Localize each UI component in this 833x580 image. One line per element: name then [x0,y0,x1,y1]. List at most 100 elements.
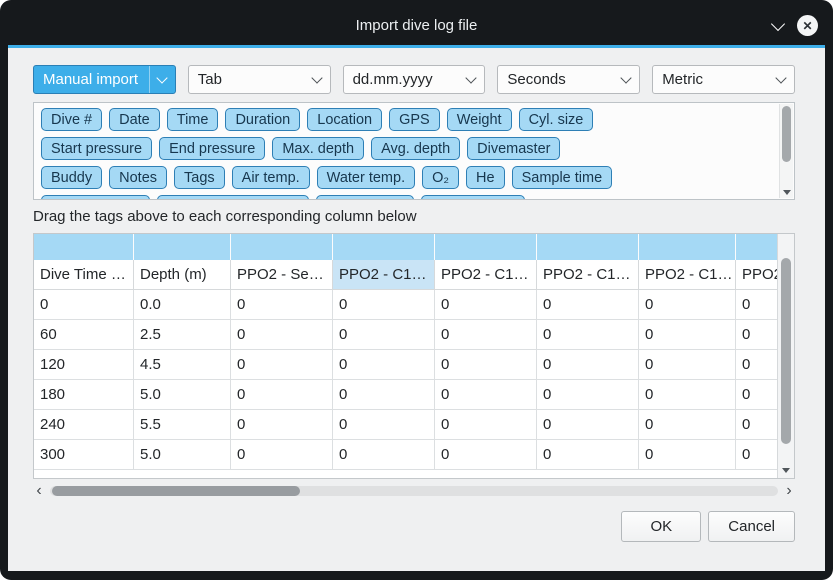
table-cell: 0 [537,380,639,410]
chevron-down-icon[interactable] [771,16,785,30]
table-row: 2405.5000000 [34,410,777,440]
close-button[interactable]: ✕ [797,15,818,36]
tag-date[interactable]: Date [109,108,160,131]
scroll-left-button[interactable]: ‹ [33,485,45,497]
table-cell: 5.5 [134,410,231,440]
triangle-down-icon [782,468,790,473]
column-header[interactable]: PPO2 - C1… [333,260,435,290]
chevron-down-icon [156,72,167,83]
tag-sample-po[interactable]: Sample pO₂ [316,195,414,200]
table-cell: 0 [231,320,333,350]
table-cell: 240 [34,410,134,440]
tag-sample-cns[interactable]: Sample CNS [421,195,525,200]
tag-gps[interactable]: GPS [389,108,440,131]
tag-end-pressure[interactable]: End pressure [159,137,265,160]
tag-sample-temperature[interactable]: Sample temperature [157,195,308,200]
tag-o[interactable]: O₂ [422,166,459,189]
ok-button[interactable]: OK [621,511,701,542]
table-cell: 0 [736,380,777,410]
column-drop-target[interactable] [537,234,639,260]
tag-dive[interactable]: Dive # [41,108,102,131]
scroll-down-button[interactable] [782,468,790,473]
drag-instruction-label: Drag the tags above to each correspondin… [33,208,795,226]
table-cell: 0 [435,440,537,470]
column-drop-target[interactable] [231,234,333,260]
tag-row: Buddy Notes Tags Air temp. Water temp. O₂ He Sa… [41,166,772,189]
table-row: 602.5000000 [34,320,777,350]
table-cell: 0 [736,290,777,320]
scrollbar-thumb[interactable] [781,258,791,444]
tag-notes[interactable]: Notes [109,166,167,189]
tag-sample-depth[interactable]: Sample depth [41,195,150,200]
units-combo[interactable]: Metric [652,65,795,94]
tag-sample-time[interactable]: Sample time [512,166,613,189]
table-cell: 0 [34,290,134,320]
import-mode-combo[interactable]: Manual import [33,65,176,94]
combo-arrow-zone [614,66,630,93]
column-header[interactable]: PPO2 - C1… [537,260,639,290]
column-header[interactable]: PPO2 - C1… [736,260,777,290]
table-vertical-scrollbar[interactable] [777,234,794,478]
tag-location[interactable]: Location [307,108,382,131]
tag-water-temp[interactable]: Water temp. [317,166,415,189]
tag-buddy[interactable]: Buddy [41,166,102,189]
tag-max-depth[interactable]: Max. depth [272,137,364,160]
drop-target-row [34,234,777,260]
column-header[interactable]: PPO2 - C1… [435,260,537,290]
column-header[interactable]: Depth (m) [134,260,231,290]
column-drop-target[interactable] [639,234,736,260]
scrollbar-thumb[interactable] [52,486,300,496]
tag-he[interactable]: He [466,166,505,189]
scrollbar-thumb[interactable] [782,106,791,162]
tag-start-pressure[interactable]: Start pressure [41,137,152,160]
titlebar: Import dive log file ✕ [0,0,833,45]
scrollbar-track[interactable] [50,486,778,496]
tag-row: Sample depth Sample temperature Sample pO₂… [41,195,772,200]
table-cell: 5.0 [134,440,231,470]
field-separator-combo[interactable]: Tab [188,65,331,94]
scroll-down-button[interactable] [783,190,791,195]
column-drop-target[interactable] [34,234,134,260]
dialog-title: Import dive log file [0,6,833,45]
duration-format-combo[interactable]: Seconds [497,65,640,94]
table-cell: 0 [736,320,777,350]
table-cell: 0 [639,290,736,320]
tag-cyl-size[interactable]: Cyl. size [519,108,594,131]
tag-duration[interactable]: Duration [225,108,300,131]
table-cell: 0 [435,290,537,320]
table-cell: 0 [639,440,736,470]
table-cell: 0 [333,350,435,380]
combo-arrow-zone [149,66,166,93]
tag-air-temp[interactable]: Air temp. [232,166,310,189]
column-drop-target[interactable] [435,234,537,260]
column-header[interactable]: PPO2 - C1… [639,260,736,290]
column-drop-target[interactable] [333,234,435,260]
column-header[interactable]: PPO2 - Se… [231,260,333,290]
combo-arrow-zone [305,66,321,93]
tag-list: Dive # Date Time Duration Location GPS Weight C… [41,108,772,200]
table-cell: 2.5 [134,320,231,350]
table-cell: 0 [333,410,435,440]
tag-avg-depth[interactable]: Avg. depth [371,137,460,160]
scroll-right-button[interactable]: › [783,485,795,497]
column-drop-target[interactable] [134,234,231,260]
table-cell: 0 [435,320,537,350]
tag-divemaster[interactable]: Divemaster [467,137,560,160]
column-drop-target[interactable] [736,234,777,260]
triangle-down-icon [783,190,791,195]
table-horizontal-scrollbar[interactable]: ‹ › [33,484,795,498]
tag-pool-scrollbar[interactable] [779,104,793,198]
tag-tags[interactable]: Tags [174,166,225,189]
combo-value: Manual import [43,71,138,88]
tag-time[interactable]: Time [167,108,219,131]
combo-value: Metric [662,71,703,88]
column-header[interactable]: Dive Time … [34,260,134,290]
combo-arrow-zone [459,66,475,93]
table-cell: 0 [537,410,639,440]
cancel-button[interactable]: Cancel [708,511,795,542]
table-row: 3005.0000000 [34,440,777,470]
tag-weight[interactable]: Weight [447,108,512,131]
date-format-combo[interactable]: dd.mm.yyyy [343,65,486,94]
table-row: 1204.5000000 [34,350,777,380]
table-row: 1805.0000000 [34,380,777,410]
